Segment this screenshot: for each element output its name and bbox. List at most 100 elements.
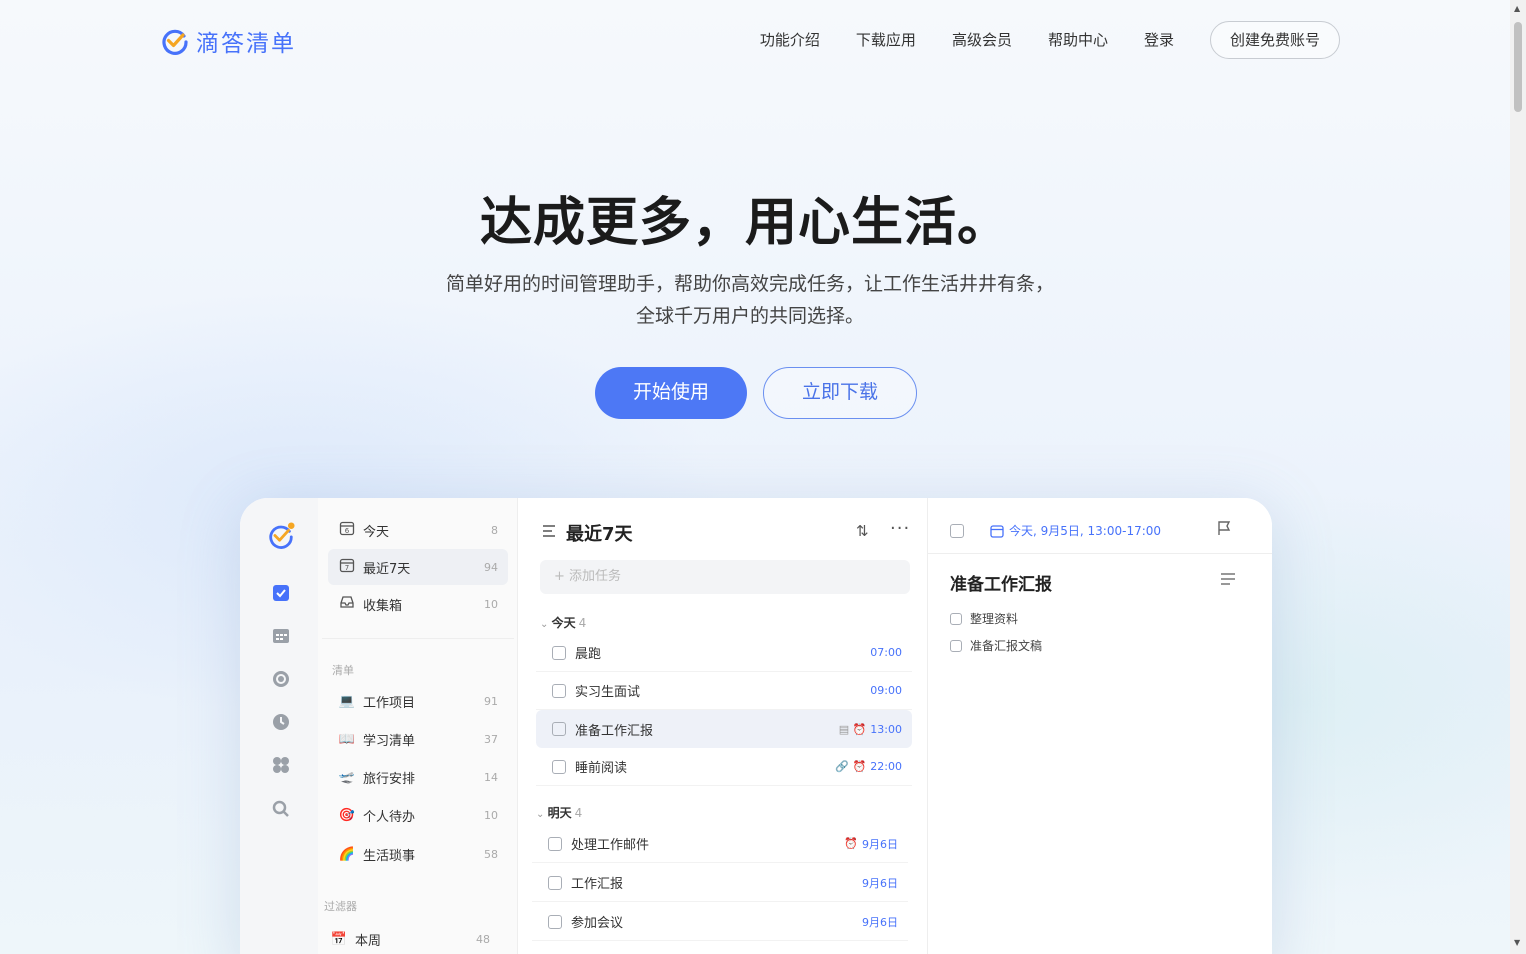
sidebar-item-list[interactable]: 🎯 个人待办 10 (328, 797, 508, 833)
subtask-row[interactable]: 准备汇报文稿 (950, 637, 1042, 654)
calendar-icon[interactable] (270, 625, 292, 647)
download-button[interactable]: 立即下载 (763, 367, 917, 419)
chevron-down-icon: ⌄ (536, 809, 548, 820)
sidebar-label: 收集箱 (363, 598, 403, 614)
task-check-icon[interactable] (270, 582, 292, 604)
sidebar-count: 37 (484, 732, 498, 746)
nav-help[interactable]: 帮助中心 (1048, 21, 1108, 59)
task-checkbox[interactable] (548, 836, 562, 851)
description-icon[interactable] (1220, 572, 1236, 590)
task-date: 9月6日 (862, 876, 898, 890)
sort-icon[interactable]: ⇅ (856, 522, 869, 540)
detail-date-text: 今天, 9月5日, 13:00-17:00 (1009, 524, 1162, 538)
detail-title[interactable]: 准备工作汇报 (950, 570, 1052, 595)
task-date: 9月6日 (862, 915, 898, 929)
sidebar-item-today[interactable]: 6 今天 8 (328, 512, 508, 548)
task-time: 07:00 (870, 646, 902, 659)
apps-icon[interactable] (270, 754, 292, 776)
sidebar-item-inbox[interactable]: 收集箱 10 (328, 586, 508, 622)
nav-premium[interactable]: 高级会员 (952, 21, 1012, 59)
task-title: 实习生面试 (575, 685, 641, 700)
task-meta: 07:00 (870, 646, 902, 659)
detail-toolbar: 今天, 9月5日, 13:00-17:00 (928, 498, 1272, 554)
sidebar-item-list[interactable]: 🌈 生活琐事 58 (328, 836, 508, 872)
sidebar-label: 最近7天 (363, 561, 411, 577)
task-checkbox[interactable] (552, 722, 566, 736)
task-meta: ⏰ 9月6日 (844, 836, 898, 852)
app-preview: 6 今天 8 7 最近7天 94 收集箱 10 清单 💻 工作项目 91 📖 学… (240, 498, 1272, 954)
task-time: 09:00 (870, 684, 902, 697)
target-emoji-icon: 🎯 (338, 807, 356, 823)
sidebar-label: 工作项目 (363, 695, 416, 711)
flag-icon[interactable] (1216, 520, 1232, 540)
search-icon[interactable] (270, 798, 292, 820)
subtask-checkbox[interactable] (950, 612, 962, 625)
add-task-input[interactable]: + 添加任务 (540, 560, 910, 594)
task-checkbox[interactable] (552, 645, 566, 660)
nav-login[interactable]: 登录 (1144, 21, 1174, 59)
subtask-row[interactable]: 整理资料 (950, 610, 1018, 627)
calendar-day-icon: 6 (338, 520, 356, 540)
task-checkbox[interactable] (552, 759, 566, 774)
scrollbar-thumb[interactable] (1514, 22, 1522, 112)
task-row[interactable]: 工作汇报 9月6日 (532, 864, 908, 902)
sidebar-count: 48 (476, 932, 490, 946)
task-row[interactable]: 睡前阅读 🔗 ⏰ 22:00 (536, 748, 912, 786)
task-row[interactable]: 晨跑 07:00 (536, 634, 912, 672)
subtask-checkbox[interactable] (950, 639, 962, 652)
detail-checkbox[interactable] (950, 524, 964, 538)
calendar-emoji-icon: 📅 (330, 931, 348, 947)
list-title: 最近7天 (566, 524, 633, 545)
clock-icon[interactable] (270, 711, 292, 733)
group-header-tomorrow[interactable]: ⌄ 明天 4 (536, 804, 582, 821)
logo-text: 滴答清单 (196, 31, 296, 57)
task-date: 9月6日 (862, 837, 898, 851)
signup-button[interactable]: 创建免费账号 (1209, 21, 1340, 59)
start-button[interactable]: 开始使用 (595, 367, 747, 419)
sidebar-label: 生活琐事 (363, 848, 416, 864)
more-icon[interactable]: ··· (890, 518, 910, 539)
nav-download[interactable]: 下载应用 (856, 21, 916, 59)
app-logo-icon (267, 522, 295, 550)
detail-date[interactable]: 今天, 9月5日, 13:00-17:00 (990, 522, 1161, 539)
page-scrollbar[interactable]: ▲ ▼ (1510, 0, 1526, 954)
focus-icon[interactable] (270, 668, 292, 690)
sidebar-item-next-7-days[interactable]: 7 最近7天 94 (328, 549, 508, 585)
task-row[interactable]: 参加会议 9月6日 (532, 903, 908, 941)
task-title: 参加会议 (571, 916, 624, 931)
task-checkbox[interactable] (548, 875, 562, 890)
logo[interactable]: 滴答清单 (160, 24, 296, 58)
sidebar-divider (322, 638, 514, 639)
task-title: 晨跑 (575, 647, 602, 662)
menu-icon[interactable] (540, 522, 558, 540)
task-checkbox[interactable] (548, 914, 562, 929)
sidebar-item-list[interactable]: 💻 工作项目 91 (328, 683, 508, 719)
chevron-down-icon: ⌄ (540, 619, 552, 630)
group-header-today[interactable]: ⌄ 今天 4 (540, 614, 586, 631)
task-detail-panel: 今天, 9月5日, 13:00-17:00 准备工作汇报 整理资料 准备汇报文稿 (928, 498, 1272, 954)
scroll-up-arrow-icon[interactable]: ▲ (1514, 4, 1520, 13)
nav-features[interactable]: 功能介绍 (760, 21, 820, 59)
calendar-week-icon: 7 (338, 557, 356, 577)
task-meta: 09:00 (870, 684, 902, 697)
sidebar-item-list[interactable]: 🛫 旅行安排 14 (328, 759, 508, 795)
task-meta: ▤ ⏰ 13:00 (839, 723, 902, 736)
sidebar-item-list[interactable]: 📖 学习清单 37 (328, 721, 508, 757)
task-title: 准备工作汇报 (575, 723, 654, 739)
task-meta: 9月6日 (862, 875, 898, 891)
lists-header: 清单 (332, 664, 354, 677)
alarm-icon: ⏰ (844, 837, 858, 850)
sidebar-count: 10 (484, 808, 498, 822)
sidebar-count: 8 (491, 523, 498, 537)
sidebar-item-filter[interactable]: 📅 本周 48 (320, 921, 500, 954)
task-row-selected[interactable]: 准备工作汇报 ▤ ⏰ 13:00 (536, 710, 912, 748)
logo-check-icon (162, 29, 188, 55)
sidebar-count: 91 (484, 694, 498, 708)
group-title: 今天 (551, 616, 576, 630)
group-count: 4 (574, 806, 583, 820)
task-row[interactable]: 实习生面试 09:00 (536, 672, 912, 710)
task-row[interactable]: 处理工作邮件 ⏰ 9月6日 (532, 825, 908, 863)
task-checkbox[interactable] (552, 683, 566, 698)
scroll-down-arrow-icon[interactable]: ▼ (1514, 938, 1520, 947)
subtask-title: 整理资料 (970, 612, 1019, 626)
